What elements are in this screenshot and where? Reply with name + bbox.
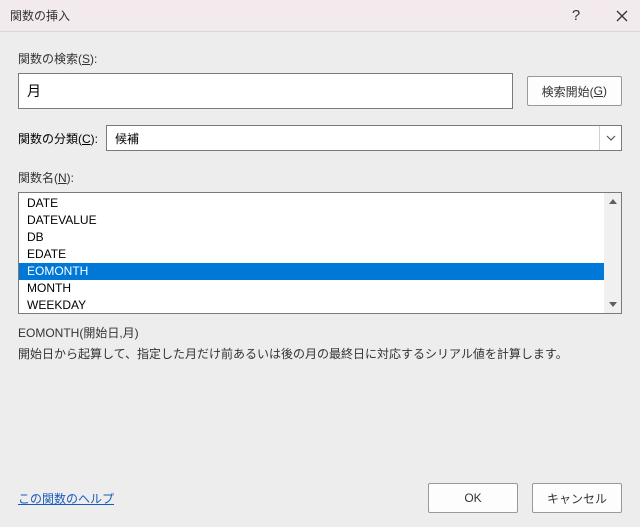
list-item[interactable]: DB xyxy=(19,229,604,246)
ok-button[interactable]: OK xyxy=(428,483,518,513)
category-label: 関数の分類(C): xyxy=(18,130,98,147)
list-item[interactable]: DATE xyxy=(19,195,604,212)
category-select[interactable]: 候補 xyxy=(106,125,622,151)
scroll-up-icon[interactable] xyxy=(604,193,621,210)
titlebar: 関数の挿入 ? xyxy=(0,0,640,32)
category-row: 関数の分類(C): 候補 xyxy=(18,125,622,151)
footer: この関数のヘルプ OK キャンセル xyxy=(0,469,640,527)
scroll-track[interactable] xyxy=(604,210,621,296)
scrollbar[interactable] xyxy=(604,193,621,313)
window-buttons: ? xyxy=(568,8,630,24)
scroll-down-icon[interactable] xyxy=(604,296,621,313)
content-area: 関数の検索(S): 検索開始(G) 関数の分類(C): 候補 関数名(N): D… xyxy=(0,32,640,469)
list-item[interactable]: EDATE xyxy=(19,246,604,263)
search-label: 関数の検索(S): xyxy=(18,50,622,67)
list-item[interactable]: EOMONTH xyxy=(19,263,604,280)
close-icon[interactable] xyxy=(614,8,630,24)
category-selected-value: 候補 xyxy=(115,130,139,147)
search-row: 検索開始(G) xyxy=(18,73,622,109)
chevron-down-icon xyxy=(599,126,621,150)
list-item[interactable]: DATEVALUE xyxy=(19,212,604,229)
search-start-button[interactable]: 検索開始(G) xyxy=(527,76,622,106)
help-link[interactable]: この関数のヘルプ xyxy=(18,490,414,507)
dialog-title: 関数の挿入 xyxy=(10,7,568,24)
list-item[interactable]: MONTH xyxy=(19,280,604,297)
function-syntax: EOMONTH(開始日,月) xyxy=(18,324,622,341)
help-icon[interactable]: ? xyxy=(568,8,584,24)
function-name-label: 関数名(N): xyxy=(18,169,622,186)
list-item[interactable]: WEEKDAY xyxy=(19,297,604,313)
function-description: 開始日から起算して、指定した月だけ前あるいは後の月の最終日に対応するシリアル値を… xyxy=(18,345,622,363)
function-items: DATEDATEVALUEDBEDATEEOMONTHMONTHWEEKDAY xyxy=(19,193,604,313)
function-listbox[interactable]: DATEDATEVALUEDBEDATEEOMONTHMONTHWEEKDAY xyxy=(18,192,622,314)
search-input[interactable] xyxy=(18,73,513,109)
cancel-button[interactable]: キャンセル xyxy=(532,483,622,513)
